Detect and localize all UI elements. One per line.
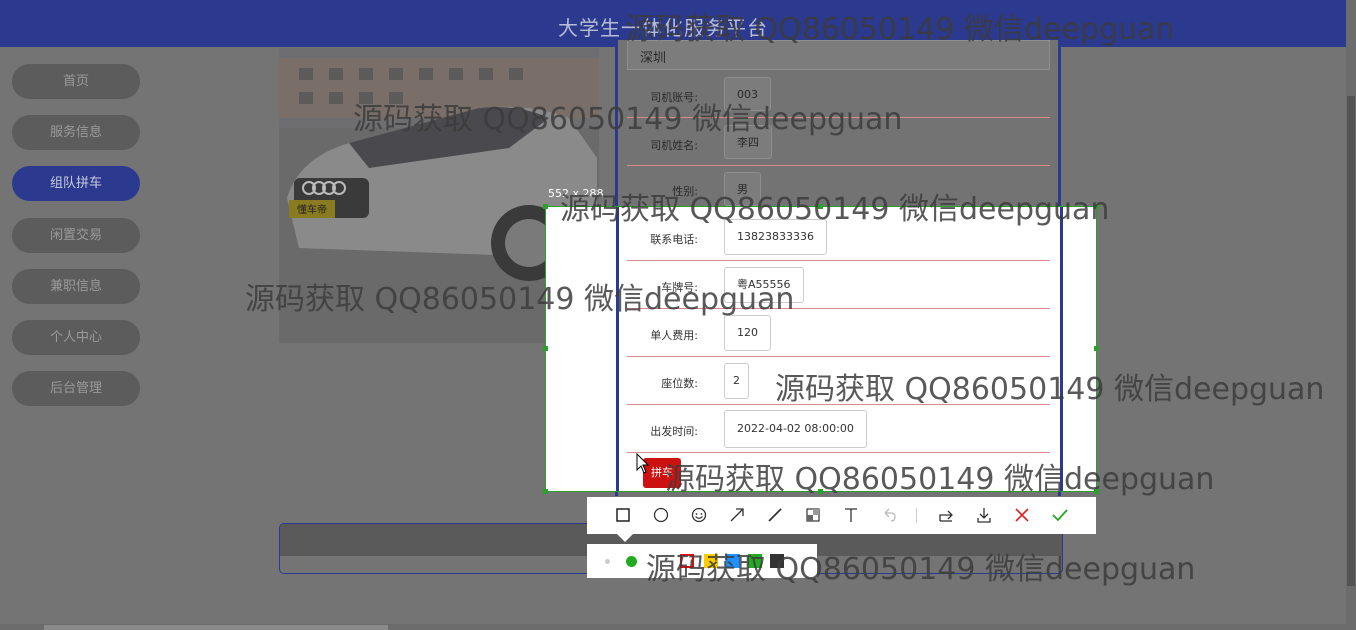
gender-label: 性别: xyxy=(672,185,698,198)
color-picker-bar xyxy=(587,544,817,578)
text-icon[interactable] xyxy=(842,506,860,524)
fee-label: 单人费用: xyxy=(650,329,698,342)
emoji-icon[interactable] xyxy=(690,506,708,524)
resize-handle[interactable] xyxy=(543,346,548,351)
toolbar-pointer xyxy=(617,534,633,542)
gender-value: 男 xyxy=(724,172,761,206)
selection-size-label: 552 x 288 xyxy=(548,187,604,200)
detail-row-phone: 联系电话: 13823833336 xyxy=(627,213,1050,261)
selection-left-area xyxy=(546,207,616,491)
color-blue-swatch[interactable] xyxy=(726,554,740,568)
resize-handle[interactable] xyxy=(1094,489,1099,494)
fee-value: 120 xyxy=(724,315,771,351)
driver-account-label: 司机账号: xyxy=(650,91,698,104)
mouse-cursor-icon xyxy=(636,453,650,474)
size-small-dot[interactable] xyxy=(605,559,610,564)
sidebar-item-carpool[interactable]: 组队拼车 xyxy=(12,166,140,201)
share-icon[interactable] xyxy=(937,506,955,524)
resize-handle[interactable] xyxy=(543,204,548,209)
screenshot-toolbar xyxy=(587,497,1096,534)
color-red-swatch[interactable] xyxy=(680,554,694,568)
sidebar-item-service-info[interactable]: 服务信息 xyxy=(12,115,140,150)
resize-handle[interactable] xyxy=(1094,346,1099,351)
confirm-icon[interactable] xyxy=(1051,506,1069,524)
phone-label: 联系电话: xyxy=(650,233,698,246)
resize-handle[interactable] xyxy=(1094,204,1099,209)
color-black-swatch[interactable] xyxy=(770,554,784,568)
resize-handle[interactable] xyxy=(818,204,823,209)
resize-handle[interactable] xyxy=(818,489,823,494)
city-field: 深圳 xyxy=(627,40,1050,70)
mosaic-icon[interactable] xyxy=(804,506,822,524)
color-yellow-swatch[interactable] xyxy=(704,554,718,568)
toolbar-divider xyxy=(916,508,917,523)
detail-row-driver-account: 司机账号: 003 xyxy=(627,70,1050,118)
seats-label: 座位数: xyxy=(661,377,698,390)
sidebar-item-secondhand[interactable]: 闲置交易 xyxy=(12,218,140,253)
sidebar-item-parttime[interactable]: 兼职信息 xyxy=(12,269,140,304)
detail-row-fee: 单人费用: 120 xyxy=(627,309,1050,357)
horizontal-scrollbar-thumb[interactable] xyxy=(44,625,388,630)
pen-icon[interactable] xyxy=(766,506,784,524)
vertical-scrollbar-thumb[interactable] xyxy=(1347,96,1355,586)
driver-account-value: 003 xyxy=(724,77,771,111)
plate-label: 车牌号: xyxy=(661,281,698,294)
undo-icon[interactable] xyxy=(880,506,898,524)
plate-value: 粤A55556 xyxy=(724,267,804,303)
site-title: 大学生一体化服务平台 xyxy=(558,16,768,40)
driver-name-value: 李四 xyxy=(724,125,772,159)
sidebar-item-home[interactable]: 首页 xyxy=(12,64,140,99)
rectangle-icon[interactable] xyxy=(614,506,632,524)
car-badge-text: 懂车帝 xyxy=(297,203,327,216)
detail-row-seats: 座位数: 2 xyxy=(627,357,1050,405)
color-green-swatch[interactable] xyxy=(748,554,762,568)
arrow-icon[interactable] xyxy=(728,506,746,524)
sidebar-item-admin[interactable]: 后台管理 xyxy=(12,371,140,406)
detail-row-driver-name: 司机姓名: 李四 xyxy=(627,118,1050,166)
close-icon[interactable] xyxy=(1013,506,1031,524)
size-medium-dot[interactable] xyxy=(626,556,637,567)
sidebar-item-profile[interactable]: 个人中心 xyxy=(12,320,140,355)
panel-border-left xyxy=(616,207,619,491)
detail-row-departure: 出发时间: 2022-04-02 08:00:00 xyxy=(627,405,1050,453)
phone-value: 13823833336 xyxy=(724,219,827,255)
circle-icon[interactable] xyxy=(652,506,670,524)
resize-handle[interactable] xyxy=(543,489,548,494)
departure-value: 2022-04-02 08:00:00 xyxy=(724,410,867,448)
seats-value: 2 xyxy=(724,363,749,399)
driver-name-label: 司机姓名: xyxy=(650,139,698,152)
panel-border-right xyxy=(1060,207,1063,491)
departure-label: 出发时间: xyxy=(650,425,698,438)
download-icon[interactable] xyxy=(975,506,993,524)
detail-row-plate: 车牌号: 粤A55556 xyxy=(627,261,1050,309)
detail-row-gender: 性别: 男 xyxy=(627,166,1050,206)
